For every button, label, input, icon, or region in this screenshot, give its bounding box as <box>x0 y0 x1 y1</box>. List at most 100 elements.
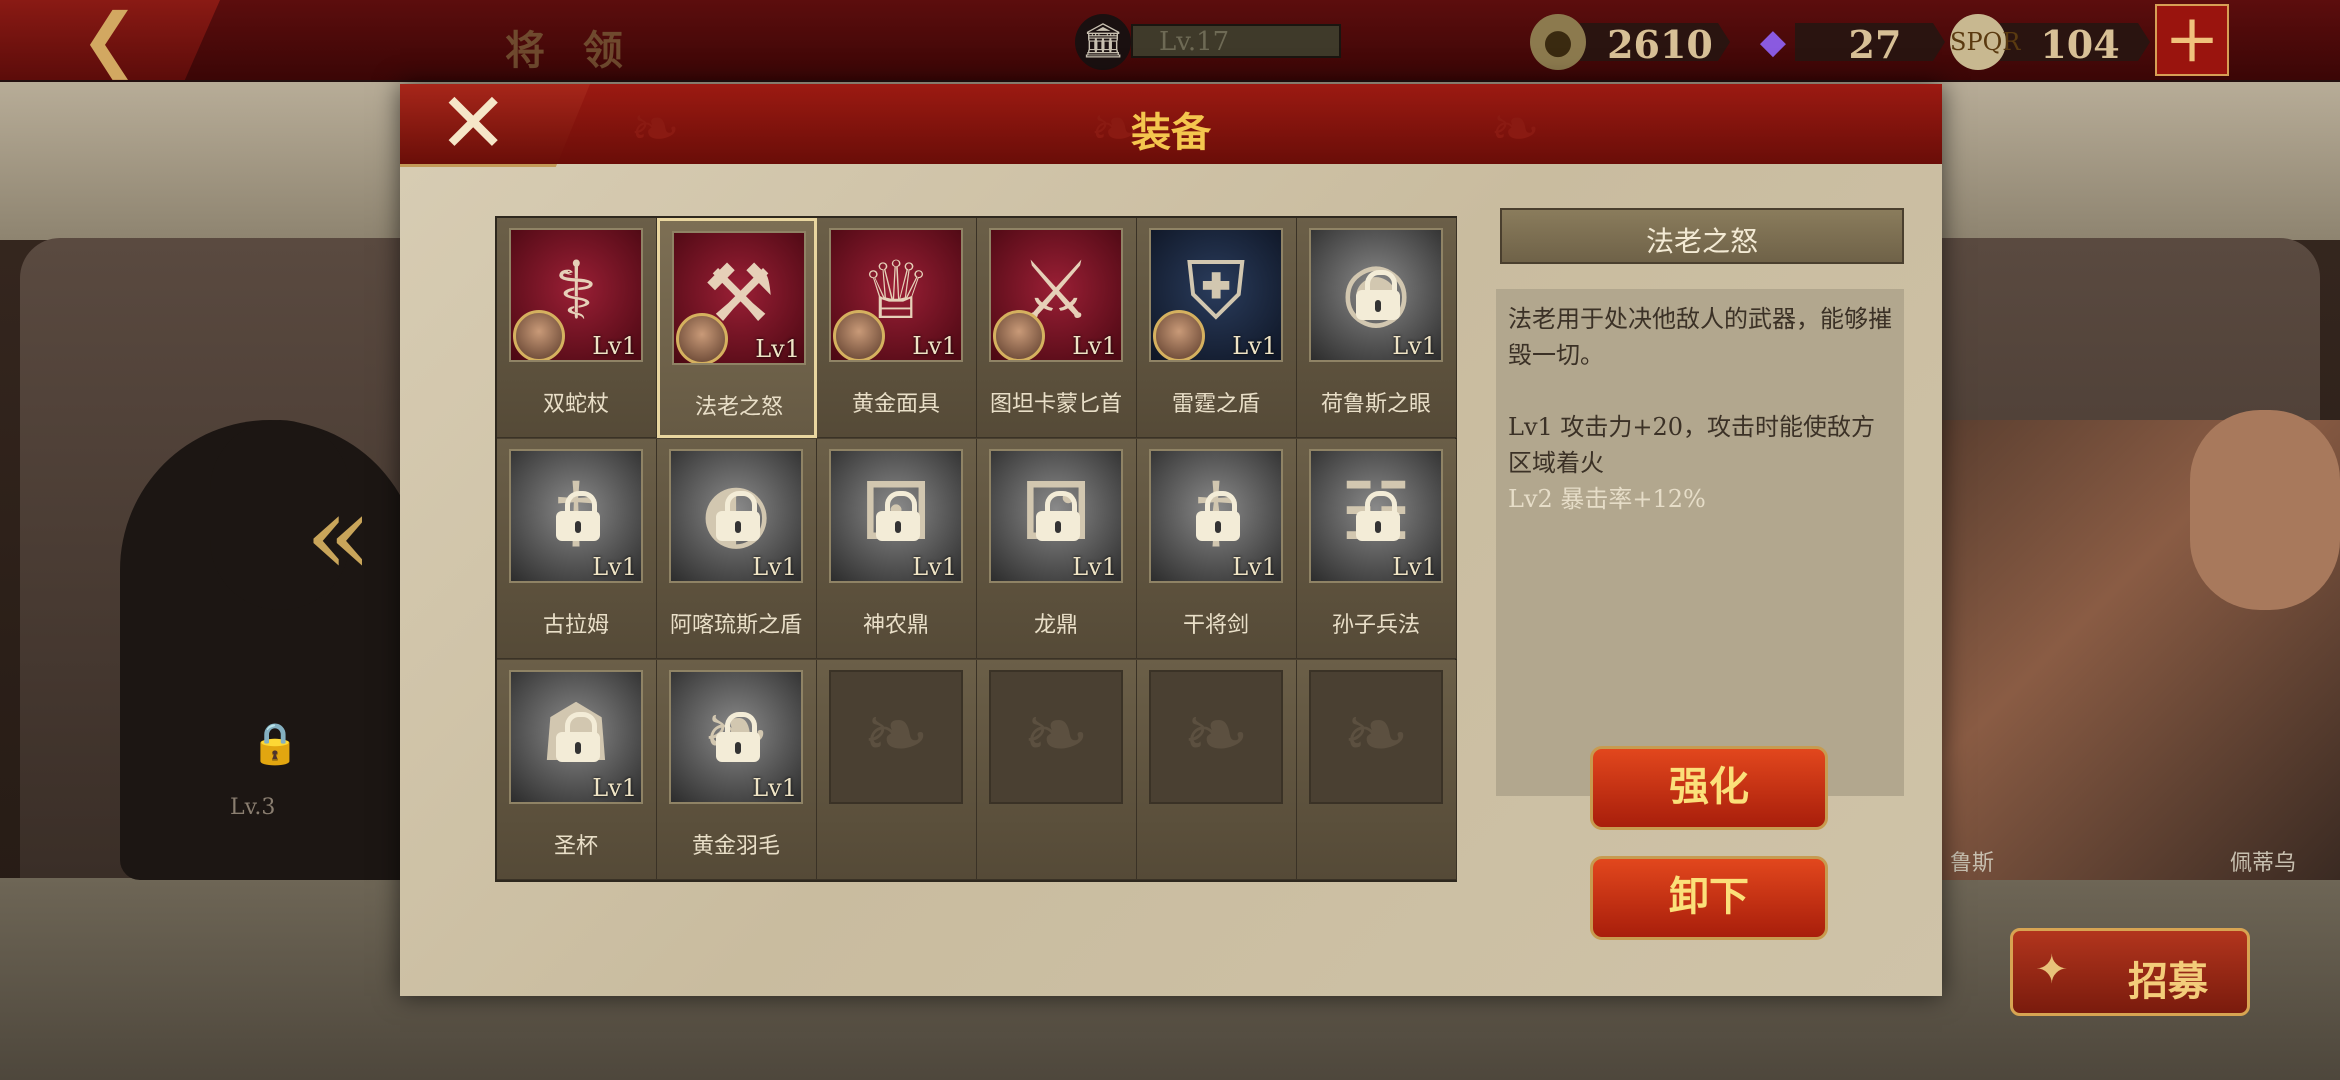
equipment-thumbnail: ◉Lv1 <box>1309 228 1443 362</box>
equipment-grid: ⚕ Lv1 双蛇杖 ⚒ Lv1 法老之怒 ♕ Lv1 黄金面具 ⚔ Lv1 图坦卡蒙匕首 ⛨ Lv1 雷霆之… <box>495 216 1457 882</box>
item-level: Lv1 <box>1072 332 1117 360</box>
lock-icon <box>716 491 760 541</box>
equipment-item[interactable]: ⚀Lv1 神农鼎 <box>817 439 977 659</box>
previous-hero-arrow-icon[interactable]: « <box>305 480 375 590</box>
lock-icon <box>1196 491 1240 541</box>
hero-name: 佩蒂乌 <box>2230 851 2297 876</box>
laurel-placeholder-icon: ❧ <box>1182 688 1250 781</box>
recruit-button[interactable]: ✦ 招募 <box>2010 928 2250 1016</box>
item-name: 黄金羽毛 <box>691 834 780 859</box>
hero-name: 鲁斯 <box>1950 851 1995 876</box>
dialog-title: 装备 <box>1131 109 1211 156</box>
empty-equipment-slot: ❧ <box>817 660 977 880</box>
equipped-hero-avatar <box>1153 310 1205 360</box>
detail-title: 法老之怒 <box>1645 225 1758 258</box>
add-currency-button[interactable]: + <box>2155 4 2229 76</box>
equipped-hero-avatar <box>513 310 565 360</box>
equipment-thumbnail: ⛨ Lv1 <box>1149 228 1283 362</box>
item-level: Lv1 <box>912 553 957 581</box>
item-level: Lv1 <box>912 332 957 360</box>
screen-title: 将 领 <box>505 27 635 74</box>
equipment-thumbnail: ⚀Lv1 <box>829 449 963 583</box>
empty-equipment-slot: ❧ <box>977 660 1137 880</box>
player-level-badge: Lv.17 🏛 <box>1075 14 1341 70</box>
equipment-item[interactable]: ⚁Lv1 龙鼎 <box>977 439 1137 659</box>
equipment-item[interactable]: †Lv1 古拉姆 <box>497 439 657 659</box>
dialog-header: ❧ ❧ ❧ 装备 ✕ <box>400 84 1942 167</box>
gem-value: 27 <box>1848 22 1902 67</box>
equipment-item[interactable]: ◉Lv1 荷鲁斯之眼 <box>1297 218 1457 438</box>
lock-icon <box>1036 491 1080 541</box>
close-icon: ✕ <box>438 74 509 172</box>
detail-level-1-effect: Lv1 攻击力+20，攻击时能使敌方区域着火 <box>1508 413 1876 477</box>
item-level: Lv1 <box>752 774 797 802</box>
equipped-hero-avatar <box>993 310 1045 360</box>
equipment-thumbnail: ⚔ Lv1 <box>989 228 1123 362</box>
gem-icon: ◆ <box>1759 22 1787 62</box>
empty-equipment-slot: ❧ <box>1297 660 1457 880</box>
hero-face <box>2190 410 2340 610</box>
equipped-hero-avatar <box>676 313 728 363</box>
item-name: 黄金面具 <box>851 392 940 417</box>
detail-panel: 法老用于处决他敌人的武器，能够摧毁一切。 Lv1 攻击力+20，攻击时能使敌方区… <box>1496 289 1904 796</box>
equipment-thumbnail: ⚒ Lv1 <box>672 231 806 365</box>
spqr-ticket-icon: SPQR <box>1950 14 2020 70</box>
detail-level-2-effect: Lv2 暴击率+12% <box>1508 485 1706 513</box>
gold-value: 2610 <box>1607 22 1713 67</box>
item-level: Lv1 <box>752 553 797 581</box>
detail-description: 法老用于处决他敌人的武器，能够摧毁一切。 <box>1508 305 1892 369</box>
equipment-item[interactable]: ☗Lv1 圣杯 <box>497 660 657 880</box>
equipment-dialog: ❧ ❧ ❧ 装备 ✕ ⚕ Lv1 双蛇杖 ⚒ Lv1 法老之怒 ♕ Lv1 黄金面具 ⚔ Lv1 图坦… <box>400 84 1942 996</box>
item-level: Lv1 <box>1392 553 1437 581</box>
lock-icon <box>876 491 920 541</box>
item-level: Lv1 <box>1392 332 1437 360</box>
item-name: 雷霆之盾 <box>1171 392 1260 417</box>
locked-hero-level: Lv.3 <box>230 795 276 820</box>
equipment-item[interactable]: ☷Lv1 孙子兵法 <box>1297 439 1457 659</box>
equipment-thumbnail: ❧ <box>1149 670 1283 804</box>
equipment-item[interactable]: ❧Lv1 黄金羽毛 <box>657 660 817 880</box>
item-level: Lv1 <box>755 335 800 363</box>
equipment-item[interactable]: ⛨ Lv1 雷霆之盾 <box>1137 218 1297 438</box>
item-name: 神农鼎 <box>862 613 929 638</box>
equipment-thumbnail: ☗Lv1 <box>509 670 643 804</box>
item-name: 龙鼎 <box>1033 613 1078 638</box>
laurel-placeholder-icon: ❧ <box>1022 688 1090 781</box>
item-level: Lv1 <box>592 553 637 581</box>
unequip-button[interactable]: 卸下 <box>1590 856 1828 940</box>
item-name: 荷鲁斯之眼 <box>1320 392 1431 417</box>
lock-icon <box>1356 491 1400 541</box>
equipment-thumbnail: ❧ <box>829 670 963 804</box>
item-name: 图坦卡蒙匕首 <box>989 392 1122 417</box>
top-bar: ❮ 将 领 Lv.17 🏛 ● 2610 ◆ 27 SPQR 104 + <box>0 0 2340 82</box>
equipment-item[interactable]: ♕ Lv1 黄金面具 <box>817 218 977 438</box>
equipment-item[interactable]: ⚕ Lv1 双蛇杖 <box>497 218 657 438</box>
equipment-item[interactable]: ⚔ Lv1 图坦卡蒙匕首 <box>977 218 1137 438</box>
back-button[interactable]: ❮ <box>0 0 220 80</box>
equipped-hero-avatar <box>833 310 885 360</box>
back-arrow-icon: ❮ <box>80 0 139 80</box>
equipment-thumbnail: ‡Lv1 <box>1149 449 1283 583</box>
equipment-thumbnail: ❧ <box>989 670 1123 804</box>
lock-icon: 🔒 <box>250 721 300 767</box>
lock-icon <box>556 491 600 541</box>
empty-equipment-slot: ❧ <box>1137 660 1297 880</box>
item-name: 法老之怒 <box>694 395 783 420</box>
item-name: 孙子兵法 <box>1331 613 1420 638</box>
equipment-thumbnail: †Lv1 <box>509 449 643 583</box>
equipment-thumbnail: ⚕ Lv1 <box>509 228 643 362</box>
item-name: 双蛇杖 <box>542 392 609 417</box>
item-name: 古拉姆 <box>542 613 609 638</box>
equipment-thumbnail: ◐Lv1 <box>669 449 803 583</box>
temple-icon: 🏛 <box>1075 14 1131 70</box>
upgrade-button[interactable]: 强化 <box>1590 746 1828 830</box>
equipment-item[interactable]: ◐Lv1 阿喀琉斯之盾 <box>657 439 817 659</box>
equipment-item[interactable]: ‡Lv1 干将剑 <box>1137 439 1297 659</box>
item-name: 圣杯 <box>553 834 598 859</box>
ticket-value: 104 <box>2040 22 2120 67</box>
equipment-thumbnail: ☷Lv1 <box>1309 449 1443 583</box>
item-level: Lv1 <box>1232 332 1277 360</box>
item-level: Lv1 <box>1232 553 1277 581</box>
equipment-thumbnail: ⚁Lv1 <box>989 449 1123 583</box>
equipment-item[interactable]: ⚒ Lv1 法老之怒 <box>657 218 817 438</box>
